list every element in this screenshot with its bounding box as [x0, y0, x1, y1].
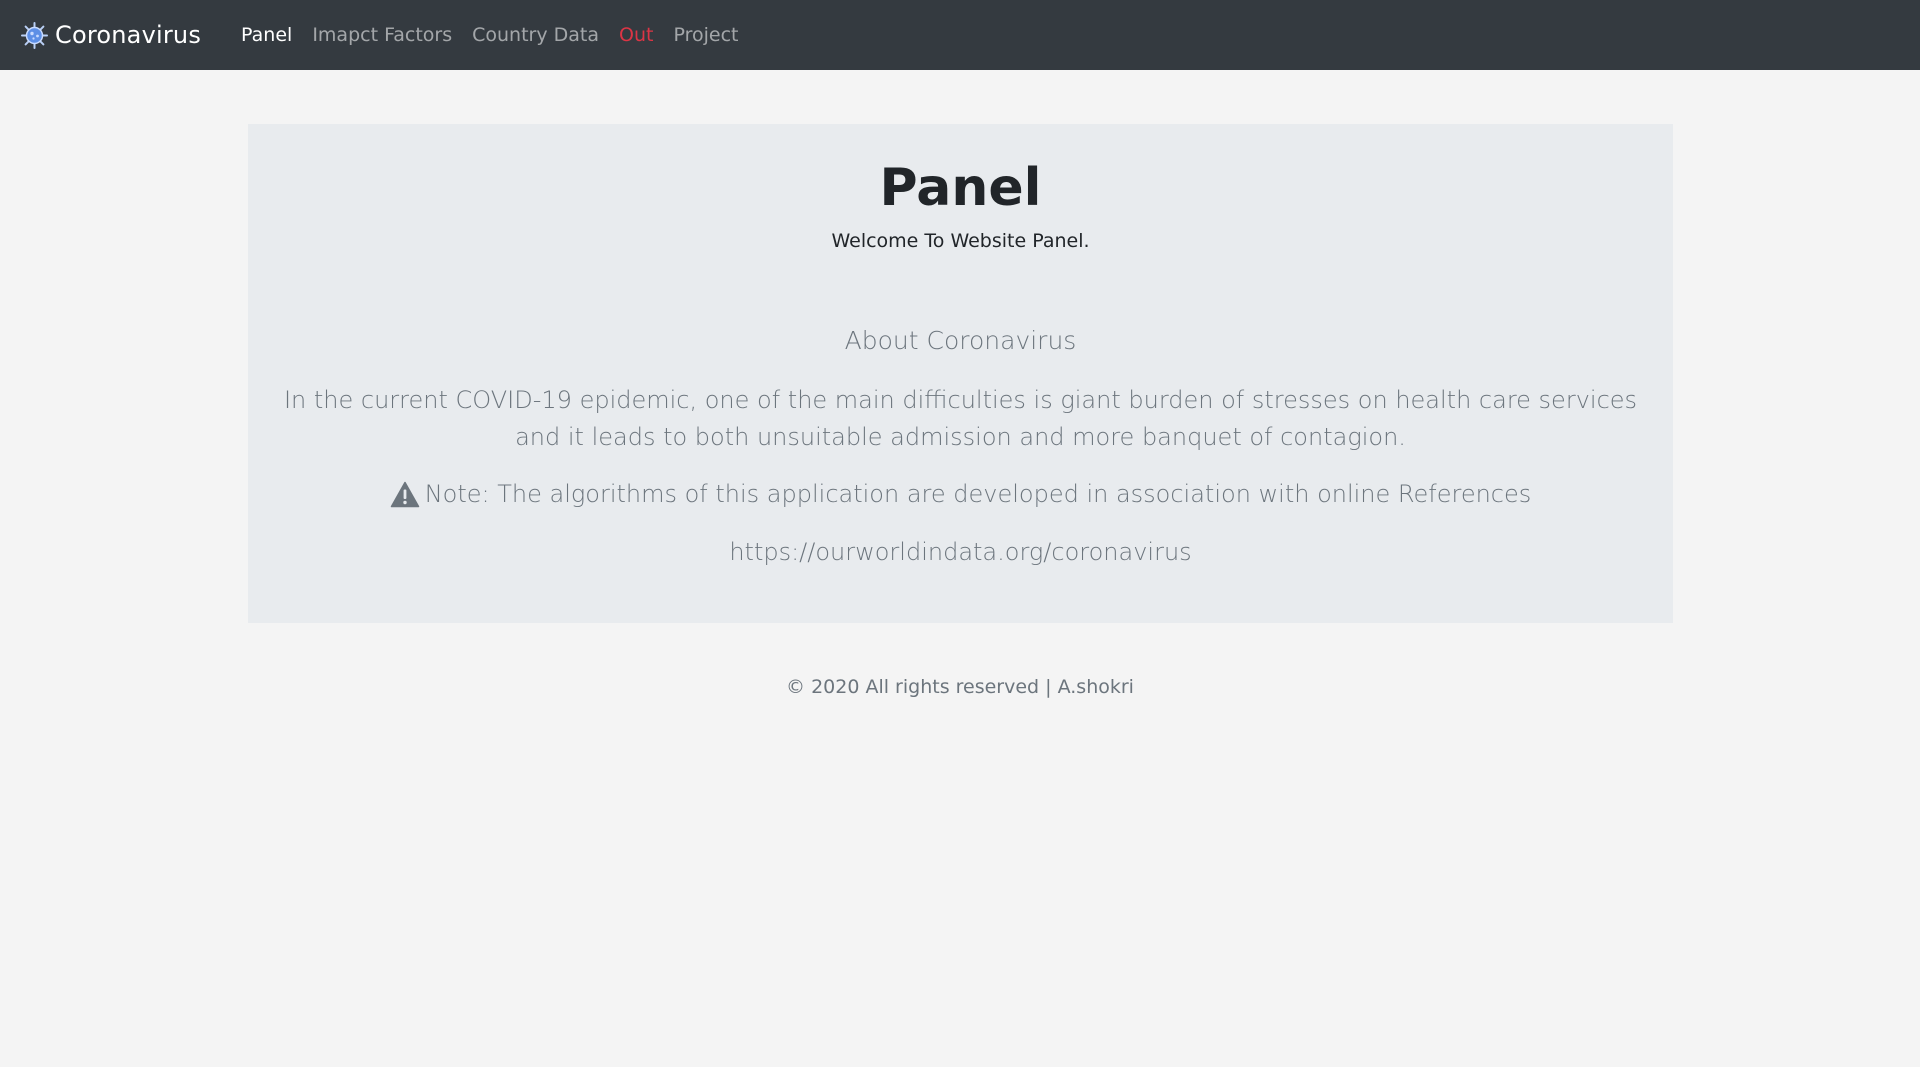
- nav-link-impact-factors[interactable]: Imapct Factors: [302, 24, 462, 46]
- panel-jumbotron: Panel Welcome To Website Panel. About Co…: [248, 124, 1673, 623]
- nav-link-out[interactable]: Out: [609, 24, 663, 46]
- brand-link[interactable]: Coronavirus: [20, 21, 201, 50]
- virus-icon: [20, 21, 49, 50]
- top-navbar: Coronavirus Panel Imapct Factors Country…: [0, 0, 1920, 70]
- about-text: In the current COVID-19 epidemic, one of…: [283, 386, 1638, 451]
- note-line: Note: The algorithms of this application…: [248, 480, 1673, 508]
- note-text: Note: The algorithms of this application…: [424, 480, 1532, 508]
- about-heading: About Coronavirus: [844, 326, 1077, 355]
- reference-link[interactable]: https://ourworldindata.org/coronavirus: [248, 538, 1673, 566]
- nav-link-panel[interactable]: Panel: [231, 24, 302, 46]
- brand-text: Coronavirus: [55, 21, 202, 49]
- nav-link-country-data[interactable]: Country Data: [462, 24, 609, 46]
- page-subtitle: Welcome To Website Panel.: [831, 230, 1090, 252]
- warning-icon: [390, 481, 420, 508]
- page-title: Panel: [879, 158, 1042, 218]
- nav-links: Panel Imapct Factors Country Data Out Pr…: [231, 24, 748, 46]
- nav-link-project[interactable]: Project: [663, 24, 748, 46]
- footer-copyright: © 2020 All rights reserved | A.shokri: [786, 676, 1134, 698]
